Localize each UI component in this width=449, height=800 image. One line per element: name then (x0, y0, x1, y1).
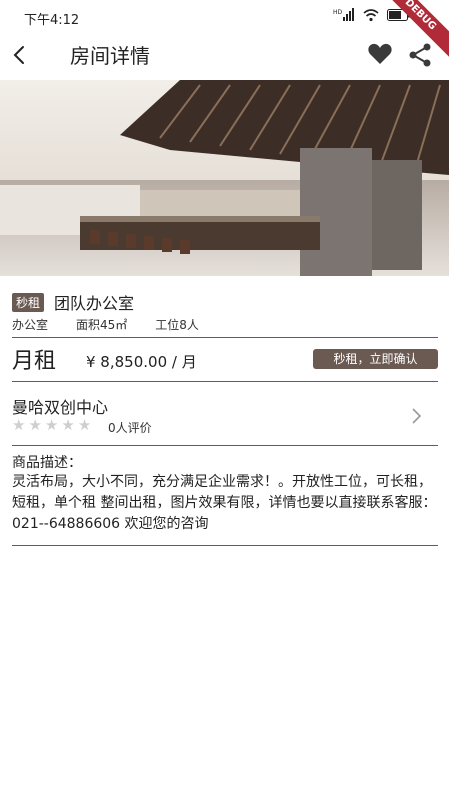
room-seats: 工位8人 (155, 318, 199, 332)
divider (12, 545, 438, 546)
divider (12, 337, 438, 338)
room-area: 面积45㎡ (76, 318, 128, 332)
star-icon: ★ (61, 416, 75, 434)
app-bar: 房间详情 (0, 32, 449, 78)
star-icon: ★ (28, 416, 42, 434)
instant-rent-badge: 秒租 (12, 292, 45, 312)
star-icon: ★ (12, 416, 26, 434)
divider (12, 445, 438, 446)
description-text: 灵活布局，大小不同，充分满足企业需求！。开放性工位，可长租，短租，单个租 整间出… (12, 474, 437, 532)
signal-icon: HD (333, 8, 354, 21)
star-icon: ★ (77, 416, 92, 434)
rent-label: 月租 (12, 349, 57, 374)
page-title: 房间详情 (70, 44, 150, 68)
share-icon[interactable] (407, 42, 433, 68)
room-name: 团队办公室 (54, 294, 135, 313)
room-attributes: 办公室 面积45㎡ 工位8人 (12, 316, 199, 333)
review-count: 0人评价 (108, 421, 152, 435)
back-arrow-icon[interactable] (8, 38, 32, 72)
status-bar: 下午4:12 HD DEBUG (0, 0, 449, 61)
rating-stars: ★ ★ ★ ★ ★ (12, 417, 91, 433)
center-name[interactable]: 曼哈双创中心 (12, 394, 108, 418)
instant-rent-confirm-button[interactable]: 秒租，立即确认 (313, 349, 438, 369)
divider (12, 381, 438, 382)
svg-text:HD: HD (333, 9, 343, 16)
chevron-right-icon[interactable] (408, 404, 424, 428)
wifi-icon (363, 9, 379, 22)
office-interior-image (0, 80, 449, 276)
room-photo (0, 80, 449, 276)
room-header: 秒租 团队办公室 (12, 290, 134, 314)
star-icon: ★ (44, 416, 59, 434)
status-time: 下午4:12 (24, 13, 80, 28)
description-title: 商品描述： (12, 455, 82, 471)
price: ¥ 8,850.00 / 月 (86, 353, 197, 371)
heart-icon[interactable] (367, 42, 393, 66)
status-icons: HD (333, 8, 411, 22)
room-type: 办公室 (12, 318, 49, 332)
